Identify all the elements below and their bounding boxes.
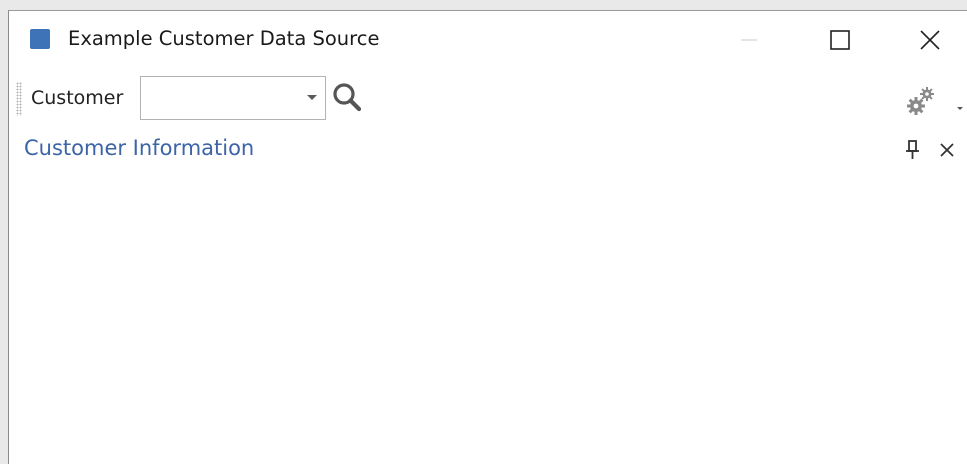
- close-button[interactable]: [907, 11, 953, 69]
- toolbar: Customer: [9, 73, 967, 123]
- search-icon: [333, 83, 362, 112]
- panel-close-button[interactable]: [937, 140, 957, 160]
- panel-title: Customer Information: [24, 136, 255, 160]
- minimize-icon: [741, 39, 757, 41]
- app-icon: [30, 29, 50, 49]
- toolbar-grip[interactable]: [16, 82, 22, 116]
- customer-label: Customer: [31, 87, 124, 109]
- maximize-icon: [830, 30, 850, 50]
- panel-header: Customer Information: [9, 135, 967, 167]
- customer-combobox[interactable]: [140, 76, 326, 120]
- pin-button[interactable]: [904, 139, 922, 161]
- title-bar[interactable]: Example Customer Data Source: [9, 11, 967, 69]
- gear-icon: [907, 87, 934, 115]
- search-button[interactable]: [331, 81, 365, 115]
- window-title: Example Customer Data Source: [68, 27, 380, 50]
- close-icon: [920, 30, 940, 50]
- settings-button[interactable]: [905, 83, 939, 117]
- app-window: Example Customer Data Source Customer Cu…: [8, 10, 967, 464]
- panel-content: [9, 171, 967, 464]
- maximize-button[interactable]: [817, 11, 863, 69]
- minimize-button[interactable]: [726, 11, 772, 69]
- chevron-down-icon[interactable]: [307, 95, 317, 100]
- settings-dropdown-icon[interactable]: [957, 107, 963, 110]
- close-icon: [940, 143, 954, 157]
- pin-icon: [906, 140, 919, 159]
